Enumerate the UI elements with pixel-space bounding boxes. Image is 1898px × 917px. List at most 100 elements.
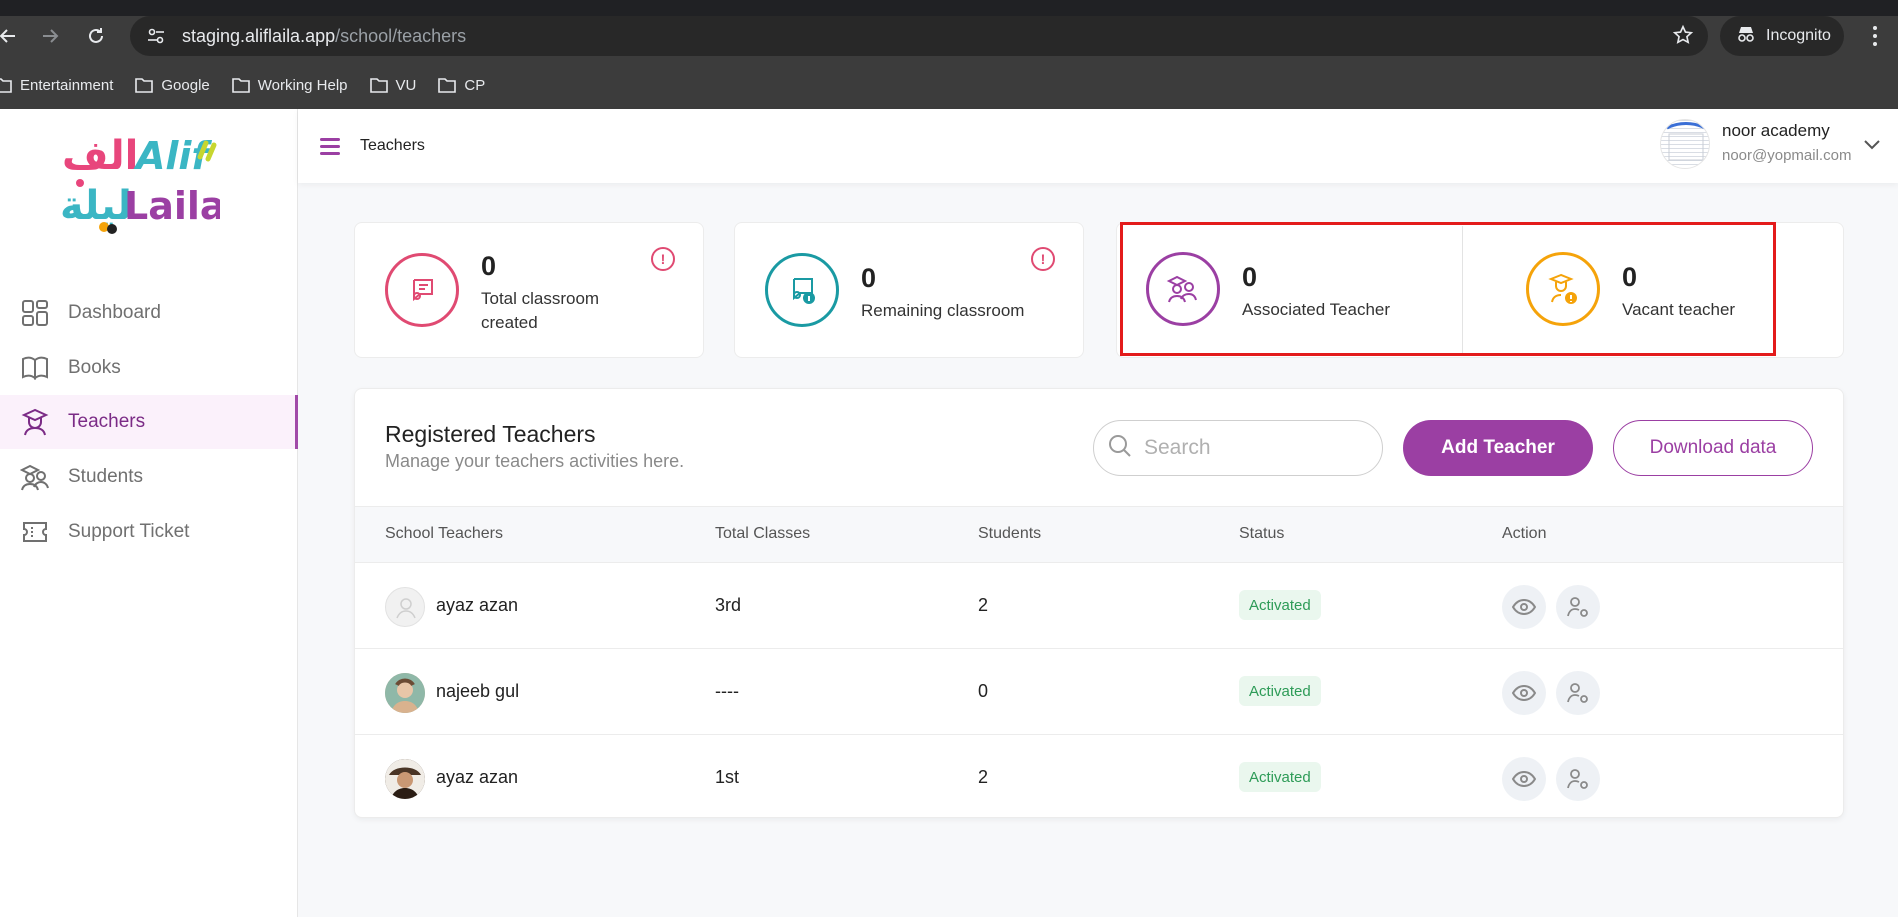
browser-chrome: staging.aliflaila.app/school/teachers In… (0, 0, 1898, 109)
sidebar-item-label: Students (68, 466, 143, 487)
incognito-badge[interactable]: Incognito (1720, 16, 1844, 56)
stat-value: 0 (1622, 262, 1638, 292)
search-input[interactable] (1144, 436, 1364, 460)
bookmark-folder[interactable]: Working Help (231, 77, 348, 94)
user-settings-icon[interactable] (1556, 585, 1600, 629)
alert-icon[interactable]: ! (1031, 247, 1055, 271)
grid-icon (20, 298, 50, 328)
alert-icon[interactable]: ! (651, 247, 675, 271)
folder-icon (135, 78, 154, 93)
students-icon (20, 462, 50, 492)
stat-value: 0 (1242, 262, 1258, 292)
panel-title: Registered Teachers (385, 421, 596, 447)
stat-label: Vacant teacher (1622, 300, 1736, 319)
reload-icon[interactable] (78, 18, 114, 54)
classroom-info-icon (765, 253, 839, 327)
svg-text:الف: الف (62, 133, 138, 179)
status-badge: Activated (1239, 762, 1321, 792)
table-header: School Teachers Total Classes Students S… (355, 506, 1843, 562)
view-eye-icon[interactable] (1502, 585, 1546, 629)
teacher-name: ayaz azan (436, 595, 519, 615)
sidebar-item-label: Dashboard (68, 302, 161, 323)
back-arrow-icon[interactable] (0, 18, 26, 54)
hamburger-menu-icon[interactable] (320, 137, 340, 155)
tab-strip (0, 0, 1898, 16)
svg-text:ليلة: ليلة (60, 183, 132, 229)
browser-menu-icon[interactable] (1860, 20, 1890, 52)
view-eye-icon[interactable] (1502, 757, 1546, 801)
bookmark-folder[interactable]: CP (438, 77, 485, 94)
bookmark-folder[interactable]: Google (135, 77, 210, 94)
chevron-down-icon[interactable] (1864, 137, 1880, 155)
status-badge: Activated (1239, 590, 1321, 620)
status-badge: Activated (1239, 676, 1321, 706)
sidebar-item-students[interactable]: Students (0, 450, 298, 504)
column-header: Students (978, 525, 1042, 542)
total-classes: ---- (715, 681, 739, 701)
download-data-button[interactable]: Download data (1613, 420, 1813, 476)
total-classes: 1st (715, 767, 740, 787)
column-header: Total Classes (715, 525, 811, 542)
teachers-icon (1146, 252, 1220, 326)
sidebar-item-label: Teachers (68, 411, 146, 432)
browser-toolbar: staging.aliflaila.app/school/teachers In… (0, 16, 1898, 58)
url-text: staging.aliflaila.app/school/teachers (182, 25, 467, 46)
table-row[interactable]: ayaz azan 3rd 2 Activated (355, 562, 1843, 648)
ticket-icon (20, 517, 50, 547)
bookmark-folder[interactable]: VU (369, 77, 416, 94)
add-teacher-button[interactable]: Add Teacher (1403, 420, 1593, 476)
sidebar: الف Alif ليلة Laila Dashboard Books Teac… (0, 109, 298, 917)
site-settings-icon[interactable] (144, 24, 168, 48)
teacher-name: ayaz azan (436, 767, 519, 787)
panel-subtitle: Manage your teachers activities here. (385, 451, 685, 471)
avatar[interactable] (1660, 119, 1710, 169)
students-count: 2 (978, 595, 989, 615)
total-classes: 3rd (715, 595, 742, 615)
user-settings-icon[interactable] (1556, 671, 1600, 715)
teacher-icon (20, 407, 50, 437)
card-divider (1462, 226, 1463, 354)
column-header: School Teachers (385, 525, 503, 542)
avatar (385, 673, 425, 713)
stat-value: 0 (861, 263, 877, 293)
stat-card-associated-teacher: 0 Associated Teacher (1116, 222, 1460, 358)
column-header: Action (1502, 525, 1547, 542)
table-row[interactable]: ayaz azan 1st 2 Activated (355, 734, 1843, 817)
stat-card-vacant-teacher: 0 Vacant teacher (1496, 222, 1840, 358)
stat-card-remaining-classroom: 0 Remaining classroom ! (734, 222, 1084, 358)
sidebar-item-label: Support Ticket (68, 521, 190, 542)
sidebar-item-label: Books (68, 357, 121, 378)
sidebar-item-teachers[interactable]: Teachers (0, 395, 298, 449)
address-bar[interactable]: staging.aliflaila.app/school/teachers (130, 16, 1708, 56)
folder-icon (438, 78, 457, 93)
teacher-name: najeeb gul (436, 681, 520, 701)
avatar (385, 587, 425, 627)
avatar (385, 759, 425, 799)
stat-label: Remaining classroom (861, 301, 1025, 320)
stat-card-total-classroom: 0 Total classroom created ! (354, 222, 704, 358)
sidebar-item-support-ticket[interactable]: Support Ticket (0, 505, 298, 559)
incognito-label: Incognito (1766, 27, 1831, 44)
app-header: Teachers noor academy noor@yopmail.com (298, 109, 1898, 183)
sidebar-item-books[interactable]: Books (0, 341, 298, 395)
stat-label: Associated Teacher (1242, 300, 1391, 319)
search-box[interactable] (1093, 420, 1383, 476)
students-count: 0 (978, 681, 989, 701)
column-header: Status (1239, 525, 1285, 542)
page-title: Teachers (360, 137, 425, 154)
sidebar-item-dashboard[interactable]: Dashboard (0, 286, 298, 340)
table-row[interactable]: najeeb gul ---- 0 Activated (355, 648, 1843, 734)
user-email: noor@yopmail.com (1722, 147, 1852, 164)
svg-text:Laila: Laila (124, 184, 220, 228)
forward-arrow-icon[interactable] (32, 18, 68, 54)
folder-icon (0, 78, 12, 93)
bookmarks-bar: Entertainment Google Working Help VU CP (0, 70, 507, 100)
vacant-teacher-icon (1526, 252, 1600, 326)
view-eye-icon[interactable] (1502, 671, 1546, 715)
folder-icon (231, 78, 250, 93)
bookmark-star-icon[interactable] (1672, 24, 1694, 51)
alif-laila-logo[interactable]: الف Alif ليلة Laila (60, 123, 226, 235)
bookmark-folder[interactable]: Entertainment (0, 77, 113, 94)
stat-value: 0 (481, 251, 497, 281)
user-settings-icon[interactable] (1556, 757, 1600, 801)
